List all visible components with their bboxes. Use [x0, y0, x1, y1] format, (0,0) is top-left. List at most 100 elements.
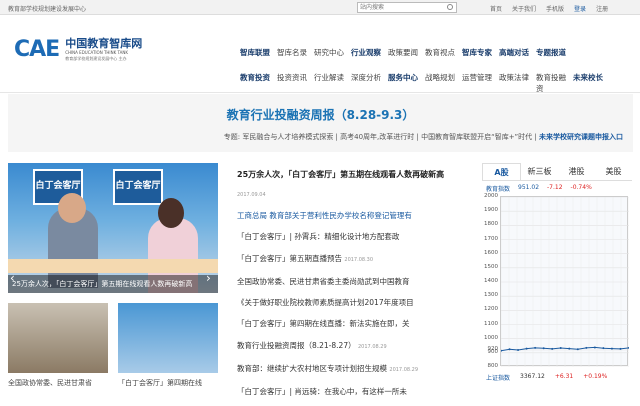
- org-name: 教育部学校规划建设发展中心: [8, 6, 87, 13]
- thumb-image-2[interactable]: [118, 303, 218, 373]
- market-tabs: A股 新三板 港股 美股: [482, 163, 632, 181]
- index-data-point: [542, 347, 545, 350]
- feature-slideshow[interactable]: 白丁会客厅 白丁会客厅 25万余人次，「白丁会客厅」第五期在线观看人数再破新高 …: [8, 163, 218, 293]
- nav-row1-item-3[interactable]: 行业观察: [351, 47, 388, 58]
- y-tick-label: 800: [487, 363, 499, 369]
- news-item[interactable]: 「白丁会客厅」| 肖远骑：在我心中，有这样一所未: [237, 381, 462, 402]
- banner-apply-link[interactable]: 未来学校研究课题申报入口: [539, 133, 623, 141]
- y-tick-label: 1000: [484, 334, 498, 341]
- market-tab-1[interactable]: 新三板: [521, 163, 558, 180]
- prev-arrow-icon[interactable]: ‹: [10, 271, 20, 285]
- news-title: 「白丁会客厅」| 肖远骑：在我心中，有这样一所未: [237, 387, 407, 397]
- nav-row2-item-5[interactable]: 战略规划: [425, 72, 462, 94]
- nav-row-2: 教育投资 投资资讯 行业解读 深度分析 服务中心 战略规划 运营管理 政策法律 教育投融资 未来校…: [240, 72, 610, 94]
- site-header: CAE 中国教育智库网 CHINA EDUCATION THINK TANK 教…: [0, 15, 640, 93]
- guest-head: [158, 198, 184, 228]
- nav-row2-item-0[interactable]: 教育投资: [240, 72, 277, 94]
- y-tick-label: 1400: [484, 278, 498, 284]
- site-logo[interactable]: CAE 中国教育智库网 CHINA EDUCATION THINK TANK 教…: [14, 37, 142, 63]
- edu-index-label: 教育指数: [486, 186, 511, 193]
- logo-sub: 教育部学校规划建设发展中心 主办: [65, 56, 127, 61]
- thumb-image-1[interactable]: [8, 303, 108, 373]
- y-tick-label: 1900: [484, 207, 498, 214]
- top-links: 首页 关于我们 手机版 登录 注册: [490, 4, 608, 13]
- news-title: 「白丁会客厅」第五期直播预告: [237, 253, 342, 263]
- y-tick-label: 1600: [484, 249, 498, 256]
- nav-row1-item-5[interactable]: 教育视点: [425, 47, 462, 58]
- index-data-point: [628, 346, 630, 349]
- about-link[interactable]: 关于我们: [512, 4, 536, 13]
- headline-article: 25万余人次，「白丁会客厅」第五期在线观看人数再破新高 2017.09.04: [237, 162, 462, 200]
- index-data-point: [525, 347, 528, 350]
- edu-index-readout: 教育指数 951.02 -7.12 -0.74%: [482, 181, 632, 196]
- nav-row2-item-7[interactable]: 政策法律: [499, 72, 536, 94]
- news-title: 《关于做好职业院校教师素质提高计划2017年度项目: [237, 298, 414, 308]
- index-data-point: [610, 347, 613, 350]
- feature-banner: 教育行业投融资周报（8.28-9.3） 专题: 军民融合与人才培养模式探索 | …: [8, 94, 633, 152]
- desk: [8, 259, 218, 273]
- banner-title[interactable]: 教育行业投融资周报（8.28-9.3）: [8, 106, 633, 123]
- register-link[interactable]: 注册: [596, 4, 608, 13]
- y-tick-label: 1200: [484, 306, 498, 313]
- nav-row1-item-6[interactable]: 智库专家: [462, 47, 499, 58]
- y-tick-label: 1800: [484, 221, 498, 228]
- index-data-point: [619, 347, 622, 350]
- banner-topics[interactable]: 专题: 军民融合与人才培养模式探索 | 高考40周年,改革进行时 | 中国教育智…: [224, 133, 539, 141]
- nav-row2-item-2[interactable]: 行业解读: [314, 72, 351, 94]
- headline-title[interactable]: 25万余人次，「白丁会客厅」第五期在线观看人数再破新高: [237, 170, 444, 179]
- y-tick-label: 1700: [484, 235, 498, 242]
- sh-index-readout: 上证指数 3367.12 +6.31 +0.19%: [482, 371, 632, 384]
- news-item[interactable]: 工商总局 教育部关于营利性民办学校名称登记管理有: [237, 205, 462, 226]
- index-data-point: [568, 347, 571, 350]
- edu-index-change: -7.12: [547, 184, 563, 191]
- board-sign-2: 白丁会客厅: [113, 169, 163, 205]
- index-chart: 2000 1900 1800 1700 1600 1500 1400 1300 1200 1100…: [482, 193, 632, 371]
- nav-row1-item-4[interactable]: 政策要闻: [388, 47, 425, 58]
- y-tick-label: 1300: [484, 292, 498, 299]
- y-tick-label: 1500: [484, 263, 498, 270]
- nav-row2-item-9[interactable]: 未来校长: [573, 72, 610, 94]
- news-item[interactable]: 全国政协常委、民进甘肃省委主委尚勋武到中国教育: [237, 271, 462, 292]
- nav-row2-item-1[interactable]: 投资资讯: [277, 72, 314, 94]
- news-item[interactable]: 教育行业投融资周报（8.21-8.27） 2017.08.29: [237, 335, 462, 358]
- sh-index-label: 上证指数: [486, 375, 511, 382]
- next-arrow-icon[interactable]: ›: [206, 271, 216, 285]
- news-item[interactable]: 教育部：继续扩大农村地区专项计划招生规模 2017.08.29: [237, 358, 462, 381]
- home-link[interactable]: 首页: [490, 4, 502, 13]
- news-date: 2017.08.29: [389, 367, 419, 374]
- nav-row1-item-2[interactable]: 研究中心: [314, 47, 351, 58]
- news-item[interactable]: 「白丁会客厅」| 孙霄兵：精细化设计地方配套政: [237, 226, 462, 247]
- nav-row1-item-1[interactable]: 智库名录: [277, 47, 314, 58]
- nav-row2-item-4[interactable]: 服务中心: [388, 72, 425, 94]
- slide-caption[interactable]: 25万余人次，「白丁会客厅」第五期在线观看人数再破新高: [8, 275, 218, 293]
- edu-index-pct: -0.74%: [570, 184, 592, 191]
- market-tab-2[interactable]: 港股: [558, 163, 595, 180]
- y-tick-label: 900: [487, 348, 499, 355]
- nav-row2-item-8[interactable]: 教育投融资: [536, 72, 573, 94]
- market-tab-3[interactable]: 美股: [595, 163, 632, 180]
- chart-plot-area: [500, 196, 630, 368]
- news-item[interactable]: 「白丁会客厅」第五期直播预告 2017.08.30: [237, 248, 462, 271]
- nav-row1-item-0[interactable]: 智库联盟: [240, 47, 277, 58]
- thumb-caption-2[interactable]: 「白丁会客厅」第四期在线: [118, 378, 202, 388]
- nav-row1-item-8[interactable]: 专题报道: [536, 47, 573, 58]
- index-data-point: [508, 348, 511, 351]
- search-icon[interactable]: [447, 4, 453, 10]
- news-title: 教育部：继续扩大农村地区专项计划招生规模: [237, 364, 387, 374]
- y-tick-label: 2000: [484, 193, 498, 199]
- nav-row1-item-7[interactable]: 高端对话: [499, 47, 536, 58]
- login-link[interactable]: 登录: [574, 4, 586, 13]
- news-item[interactable]: 「白丁会客厅」第四期在线直播：新法实施在即，关: [237, 313, 462, 334]
- index-data-point: [559, 347, 562, 350]
- index-data-point: [585, 346, 588, 349]
- nav-row2-item-6[interactable]: 运营管理: [462, 72, 499, 94]
- index-data-point: [576, 348, 579, 351]
- mobile-link[interactable]: 手机版: [546, 4, 564, 13]
- news-item[interactable]: 《关于做好职业院校教师素质提高计划2017年度项目: [237, 292, 462, 313]
- nav-row2-item-3[interactable]: 深度分析: [351, 72, 388, 94]
- search-input[interactable]: 站内搜索: [357, 2, 457, 13]
- host-head: [58, 193, 86, 223]
- thumb-caption-1[interactable]: 全国政协常委、民进甘肃省: [8, 378, 92, 388]
- y-tick-label: 1100: [484, 320, 498, 327]
- market-tab-0[interactable]: A股: [482, 163, 521, 180]
